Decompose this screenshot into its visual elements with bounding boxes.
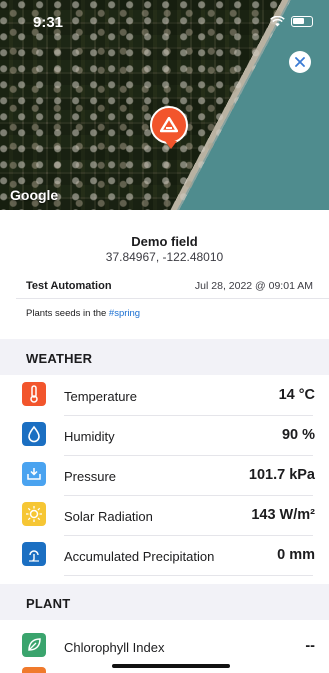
field-name: Demo field	[131, 234, 198, 249]
weather-row-accumulated-precipitation[interactable]: Accumulated Precipitation 0 mm	[0, 536, 329, 576]
field-coordinates: 37.84967, -122.48010	[105, 250, 224, 264]
status-icons	[270, 16, 313, 27]
weather-row-pressure[interactable]: Pressure 101.7 kPa	[0, 456, 329, 496]
row-divider	[64, 575, 313, 576]
status-time: 9:31	[33, 14, 64, 31]
row-value: 14 °C	[278, 387, 315, 403]
note-author: Test Automation	[26, 280, 112, 292]
droplet-icon	[22, 422, 46, 446]
thermometer-icon	[22, 382, 46, 406]
weather-row-humidity[interactable]: Humidity 90 %	[0, 416, 329, 456]
row-value: 90 %	[281, 427, 315, 443]
map-view[interactable]: 9:31 Google	[0, 0, 329, 210]
row-label: Accumulated Precipitation	[64, 549, 215, 564]
status-bar: 9:31	[33, 14, 313, 34]
close-button[interactable]	[289, 51, 311, 73]
row-label: Chlorophyll Index	[64, 640, 165, 655]
plant-row-chlorophyll-index[interactable]: Chlorophyll Index --	[0, 627, 329, 667]
note-text: Plants seeds in the #spring	[26, 308, 140, 319]
leaf-icon	[22, 633, 46, 657]
home-indicator[interactable]	[112, 664, 230, 668]
field-marker-icon	[160, 117, 178, 133]
row-value: 0 mm	[277, 547, 315, 563]
rain-icon	[22, 542, 46, 566]
section-header-weather: WEATHER	[0, 339, 329, 375]
field-detail-sheet: Demo field 37.84967, -122.48010 Test Aut…	[0, 210, 329, 673]
battery-icon	[291, 16, 313, 27]
row-value: 101.7 kPa	[248, 467, 315, 483]
row-value: 143 W/m²	[251, 507, 315, 523]
row-label: Solar Radiation	[64, 509, 153, 524]
close-icon	[295, 57, 305, 67]
wifi-icon	[270, 16, 285, 27]
pressure-icon	[22, 462, 46, 486]
row-label: Humidity	[64, 429, 115, 444]
field-location-pin[interactable]	[150, 106, 188, 149]
row-value: --	[305, 638, 315, 654]
sun-icon	[22, 502, 46, 526]
section-header-plant: PLANT	[0, 584, 329, 620]
row-label: Temperature	[64, 389, 137, 404]
note-body: Plants seeds in the	[26, 308, 109, 319]
hashtag-link[interactable]: #spring	[109, 308, 140, 319]
weather-row-solar-radiation[interactable]: Solar Radiation 143 W/m²	[0, 496, 329, 536]
map-attribution: Google	[10, 187, 59, 203]
next-row-icon-partial	[22, 667, 46, 673]
divider	[16, 298, 329, 299]
row-label: Pressure	[64, 469, 117, 484]
note-timestamp: Jul 28, 2022 @ 09:01 AM	[194, 280, 313, 292]
weather-row-temperature[interactable]: Temperature 14 °C	[0, 376, 329, 416]
